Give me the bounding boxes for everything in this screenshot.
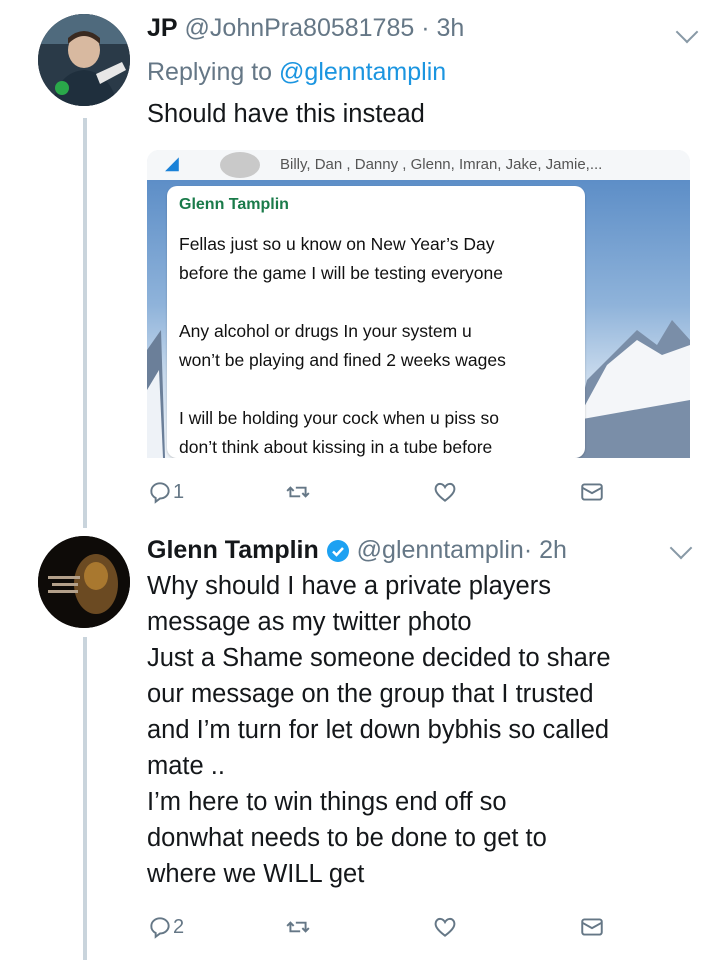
heart-icon [434,482,456,502]
thread-line [83,118,87,528]
author-name[interactable]: JP [147,14,178,42]
tweet-text-line: where we WILL get [147,860,365,888]
direct-message-button[interactable] [579,914,605,940]
chevron-down-icon[interactable] [675,20,699,44]
timestamp[interactable]: 2h [539,536,567,564]
reply-button[interactable]: 2 [147,914,184,940]
retweet-button[interactable] [285,914,311,940]
reply-icon [150,482,170,504]
tweet-text-line: Just a Shame someone decided to share [147,644,611,672]
replying-to-label: Replying to [147,58,280,86]
group-names: Billy, Dan , Danny , Glenn, Imran, Jake,… [280,156,603,173]
attached-image[interactable]: ◢ Billy, Dan , Danny , Glenn, Imran, Jak… [147,150,690,458]
timestamp[interactable]: 3h [437,14,465,42]
reply-button[interactable]: 1 [147,479,184,505]
tweet-text: Should have this instead [147,100,425,128]
author-name[interactable]: Glenn Tamplin [147,536,319,564]
verified-badge-icon [326,540,349,563]
tweet-header: JP @JohnPra80581785 · 3h [147,14,464,43]
tweet-text-line: I’m here to win things end off so [147,788,507,816]
tweet-text-line: our message on the group that I trusted [147,680,594,708]
avatar-photo [38,14,130,106]
avatar[interactable] [38,536,130,628]
back-arrow-icon: ◢ [165,153,179,173]
message-sender: Glenn Tamplin [179,196,289,213]
separator: · [523,536,540,564]
message-bubble: Glenn Tamplin Fellas just so u know on N… [167,186,585,458]
author-handle[interactable]: @glenntamplin [357,536,524,564]
tweet-text-line: donwhat needs to be done to get to [147,824,547,852]
tweet-text-line: Why should I have a private players [147,572,551,600]
tweet-actions: 2 [147,914,607,944]
tweet-actions: 1 [147,479,607,509]
separator: · [414,14,437,42]
tweet-text-line: mate .. [147,752,225,780]
replying-to-mention[interactable]: @glenntamplin [279,58,446,86]
like-button[interactable] [432,914,458,940]
tweet-text-line: and I’m turn for let down bybhis so call… [147,716,610,744]
avatar[interactable] [38,14,130,106]
thread-line [83,637,87,960]
tweet-header: Glenn Tamplin @glenntamplin· 2h [147,536,567,565]
like-button[interactable] [432,479,458,505]
retweet-button[interactable] [285,479,311,505]
direct-message-button[interactable] [579,479,605,505]
envelope-icon [581,918,603,936]
tweet-text-line: message as my twitter photo [147,608,472,636]
replying-to: Replying to @glenntamplin [147,58,446,87]
chevron-down-icon[interactable] [669,536,693,560]
retweet-icon [286,921,310,933]
group-avatar-icon [220,152,260,178]
avatar-photo [38,536,130,628]
tweet-text: Why should I have a private players mess… [147,568,611,892]
group-chat-header: ◢ Billy, Dan , Danny , Glenn, Imran, Jak… [147,150,690,180]
reply-count: 2 [173,915,185,938]
envelope-icon [581,483,603,501]
message-text: Fellas just so u know on New Year’s Day … [179,234,506,457]
retweet-icon [286,486,310,498]
heart-icon [434,917,456,937]
reply-count: 1 [173,480,185,503]
author-handle[interactable]: @JohnPra80581785 [185,14,415,42]
reply-icon [150,917,170,939]
